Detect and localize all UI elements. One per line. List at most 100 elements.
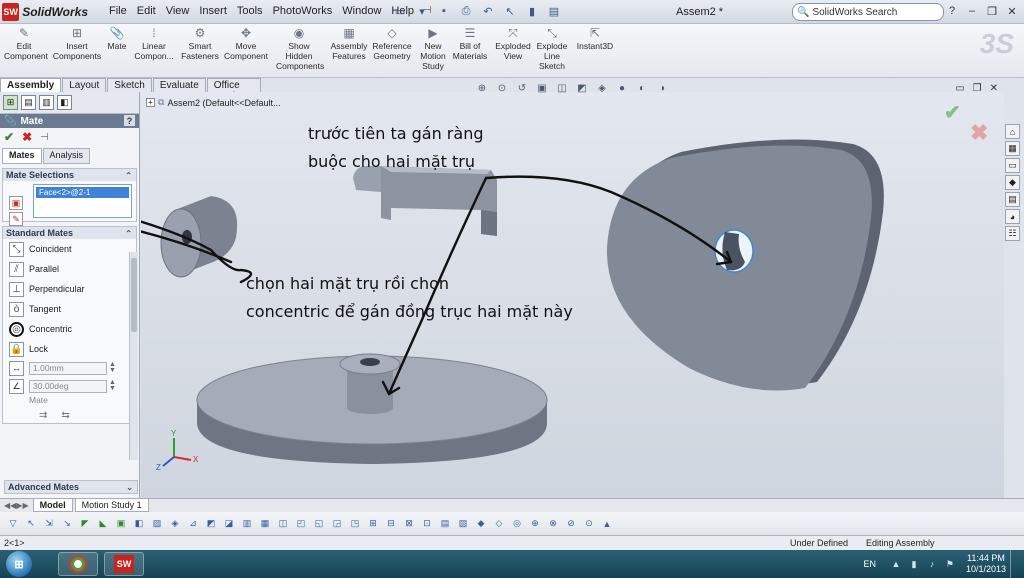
filter-icon[interactable]: ▽: [6, 517, 20, 531]
mate-concentric[interactable]: ◎ Concentric: [3, 319, 136, 339]
toolbar-icon-18[interactable]: ⊟: [384, 517, 398, 531]
zoom-to-fit-icon[interactable]: ⊕: [475, 81, 489, 95]
distance-field[interactable]: 1.00mm: [29, 361, 107, 375]
section-view-icon[interactable]: ▣: [535, 81, 549, 95]
toolbar-icon-7[interactable]: ⊿: [186, 517, 200, 531]
toolbar-icon-24[interactable]: ◇: [492, 517, 506, 531]
zoom-area-icon[interactable]: ⊙: [495, 81, 509, 95]
open-folder-icon[interactable]: ▾: [414, 3, 430, 19]
restore-icon[interactable]: ❐: [984, 3, 1000, 19]
apply-scene-icon[interactable]: ◐: [635, 81, 649, 95]
view-palette-icon[interactable]: ▤: [1005, 192, 1020, 207]
options-icon[interactable]: ▤: [546, 3, 562, 19]
toolbar-icon-25[interactable]: ◎: [510, 517, 524, 531]
undo-icon[interactable]: ↶: [480, 3, 496, 19]
feature-tree-tab-icon[interactable]: ⊞: [3, 95, 18, 110]
toolbar-icon-20[interactable]: ⊡: [420, 517, 434, 531]
standard-mates-header[interactable]: Standard Mates ⌃: [3, 227, 136, 239]
selection-item[interactable]: Face<2>@2-1: [36, 187, 129, 198]
tab-layout[interactable]: Layout: [62, 78, 107, 92]
close-icon[interactable]: ✕: [1004, 3, 1020, 19]
tab-motion-study[interactable]: Motion Study 1: [74, 499, 149, 512]
tab-model[interactable]: Model: [32, 499, 73, 512]
toolbar-icon-16[interactable]: ◳: [348, 517, 362, 531]
property-manager-tab-icon[interactable]: ▤: [21, 95, 36, 110]
appearances-icon[interactable]: ◕: [1005, 209, 1020, 224]
toolbar-icon-15[interactable]: ◲: [330, 517, 344, 531]
viewport-minimize-icon[interactable]: ▭: [955, 83, 964, 94]
print-icon[interactable]: ⎙: [458, 3, 474, 19]
viewport-close-icon[interactable]: ✕: [990, 83, 998, 94]
advanced-mates-header[interactable]: Advanced Mates ⌄: [5, 481, 137, 493]
toolbar-icon-1[interactable]: ◤: [78, 517, 92, 531]
taskbar-chrome[interactable]: [58, 552, 98, 576]
aligned-icon[interactable]: ⇉: [39, 410, 47, 421]
toolbar-icon-26[interactable]: ⊕: [528, 517, 542, 531]
move-component-button[interactable]: ✥ Move Component: [224, 26, 268, 61]
network-icon[interactable]: ▮: [908, 558, 920, 570]
pin-selection-icon[interactable]: ✎: [9, 212, 23, 226]
toolbar-icon-12[interactable]: ◫: [276, 517, 290, 531]
toolbar-icon-29[interactable]: ⊙: [582, 517, 596, 531]
mate-perpendicular[interactable]: ⊥ Perpendicular: [3, 279, 136, 299]
exploded-view-button[interactable]: ⤧ Exploded View: [494, 26, 532, 61]
toolbar-icon-22[interactable]: ▧: [456, 517, 470, 531]
angle-spinner-icon[interactable]: ▲ ▼: [109, 379, 116, 392]
pm-scrollbar[interactable]: [129, 252, 138, 460]
tab-office-products[interactable]: Office Products: [206, 78, 261, 102]
toolbar-icon-17[interactable]: ⊞: [366, 517, 380, 531]
view-settings-icon[interactable]: ◑: [655, 81, 669, 95]
bill-of-materials-button[interactable]: ☰ Bill of Materials: [452, 26, 488, 61]
distance-spinner-icon[interactable]: ▲ ▼: [109, 361, 116, 374]
expand-icon[interactable]: +: [146, 98, 155, 107]
solidworks-resources-icon[interactable]: ⌂: [1005, 124, 1020, 139]
previous-view-icon[interactable]: ↺: [515, 81, 529, 95]
search-field[interactable]: 🔍 SolidWorks Search: [792, 3, 944, 21]
display-style-icon[interactable]: ◩: [575, 81, 589, 95]
tab-analysis[interactable]: Analysis: [42, 148, 91, 164]
menu-insert[interactable]: Insert: [194, 5, 232, 17]
reference-geometry-button[interactable]: ◇ Reference Geometry: [371, 26, 413, 61]
taskbar-solidworks[interactable]: SW: [104, 552, 144, 576]
toolbar-icon-2[interactable]: ◣: [96, 517, 110, 531]
pointer-icon[interactable]: ↘: [60, 517, 74, 531]
base-disc-part[interactable]: [196, 353, 548, 464]
toolbar-icon-23[interactable]: ◆: [474, 517, 488, 531]
volume-icon[interactable]: ♪: [926, 558, 938, 570]
minimize-icon[interactable]: –: [964, 3, 980, 19]
search-results-icon[interactable]: ◆: [1005, 175, 1020, 190]
viewport-restore-icon[interactable]: ❐: [973, 83, 982, 94]
instant3d-button[interactable]: ⇱ Instant3D: [574, 26, 616, 51]
menu-photoworks[interactable]: PhotoWorks: [268, 5, 338, 17]
tab-sketch[interactable]: Sketch: [107, 78, 152, 92]
smart-fasteners-button[interactable]: ⚙ Smart Fasteners: [180, 26, 220, 61]
feature-tree-root[interactable]: Assem2 (Default<<Default...: [167, 98, 280, 108]
pushpin-icon[interactable]: ⊣: [40, 132, 49, 143]
toolbar-icon-10[interactable]: ▥: [240, 517, 254, 531]
start-button[interactable]: ⊞: [6, 551, 32, 577]
flyout-feature-tree[interactable]: + ⧉ Assem2 (Default<<Default...: [146, 97, 281, 108]
toolbar-icon-14[interactable]: ◱: [312, 517, 326, 531]
menu-edit[interactable]: Edit: [132, 5, 161, 17]
toolbar-icon-8[interactable]: ◩: [204, 517, 218, 531]
toolbar-icon-21[interactable]: ▤: [438, 517, 452, 531]
tab-nav-arrows-icon[interactable]: ◀◀▶▶: [4, 501, 29, 510]
new-motion-study-button[interactable]: ▶ New Motion Study: [418, 26, 448, 71]
explode-line-sketch-button[interactable]: ⤡ Explode Line Sketch: [535, 26, 569, 71]
cancel-x-icon[interactable]: ✖: [22, 130, 32, 144]
custom-properties-icon[interactable]: ☷: [1005, 226, 1020, 241]
toolbar-icon-5[interactable]: ▨: [150, 517, 164, 531]
scrollbar-thumb[interactable]: [131, 258, 137, 332]
hide-show-items-icon[interactable]: ◈: [595, 81, 609, 95]
flag-icon[interactable]: ⚑: [944, 558, 956, 570]
config-manager-tab-icon[interactable]: ▥: [39, 95, 54, 110]
file-explorer-icon[interactable]: ▭: [1005, 158, 1020, 173]
tab-mates[interactable]: Mates: [2, 148, 42, 164]
show-desktop-button[interactable]: [1010, 550, 1020, 578]
mate-selections-header[interactable]: Mate Selections ⌃: [3, 169, 136, 181]
show-hidden-components-button[interactable]: ◉ Show Hidden Components: [276, 26, 324, 71]
insert-components-button[interactable]: ⊞ Insert Components: [52, 26, 102, 61]
clock[interactable]: 11:44 PM 10/1/2013: [966, 553, 1006, 575]
toolbar-icon-9[interactable]: ◪: [222, 517, 236, 531]
angle-field[interactable]: 30.00deg: [29, 379, 107, 393]
